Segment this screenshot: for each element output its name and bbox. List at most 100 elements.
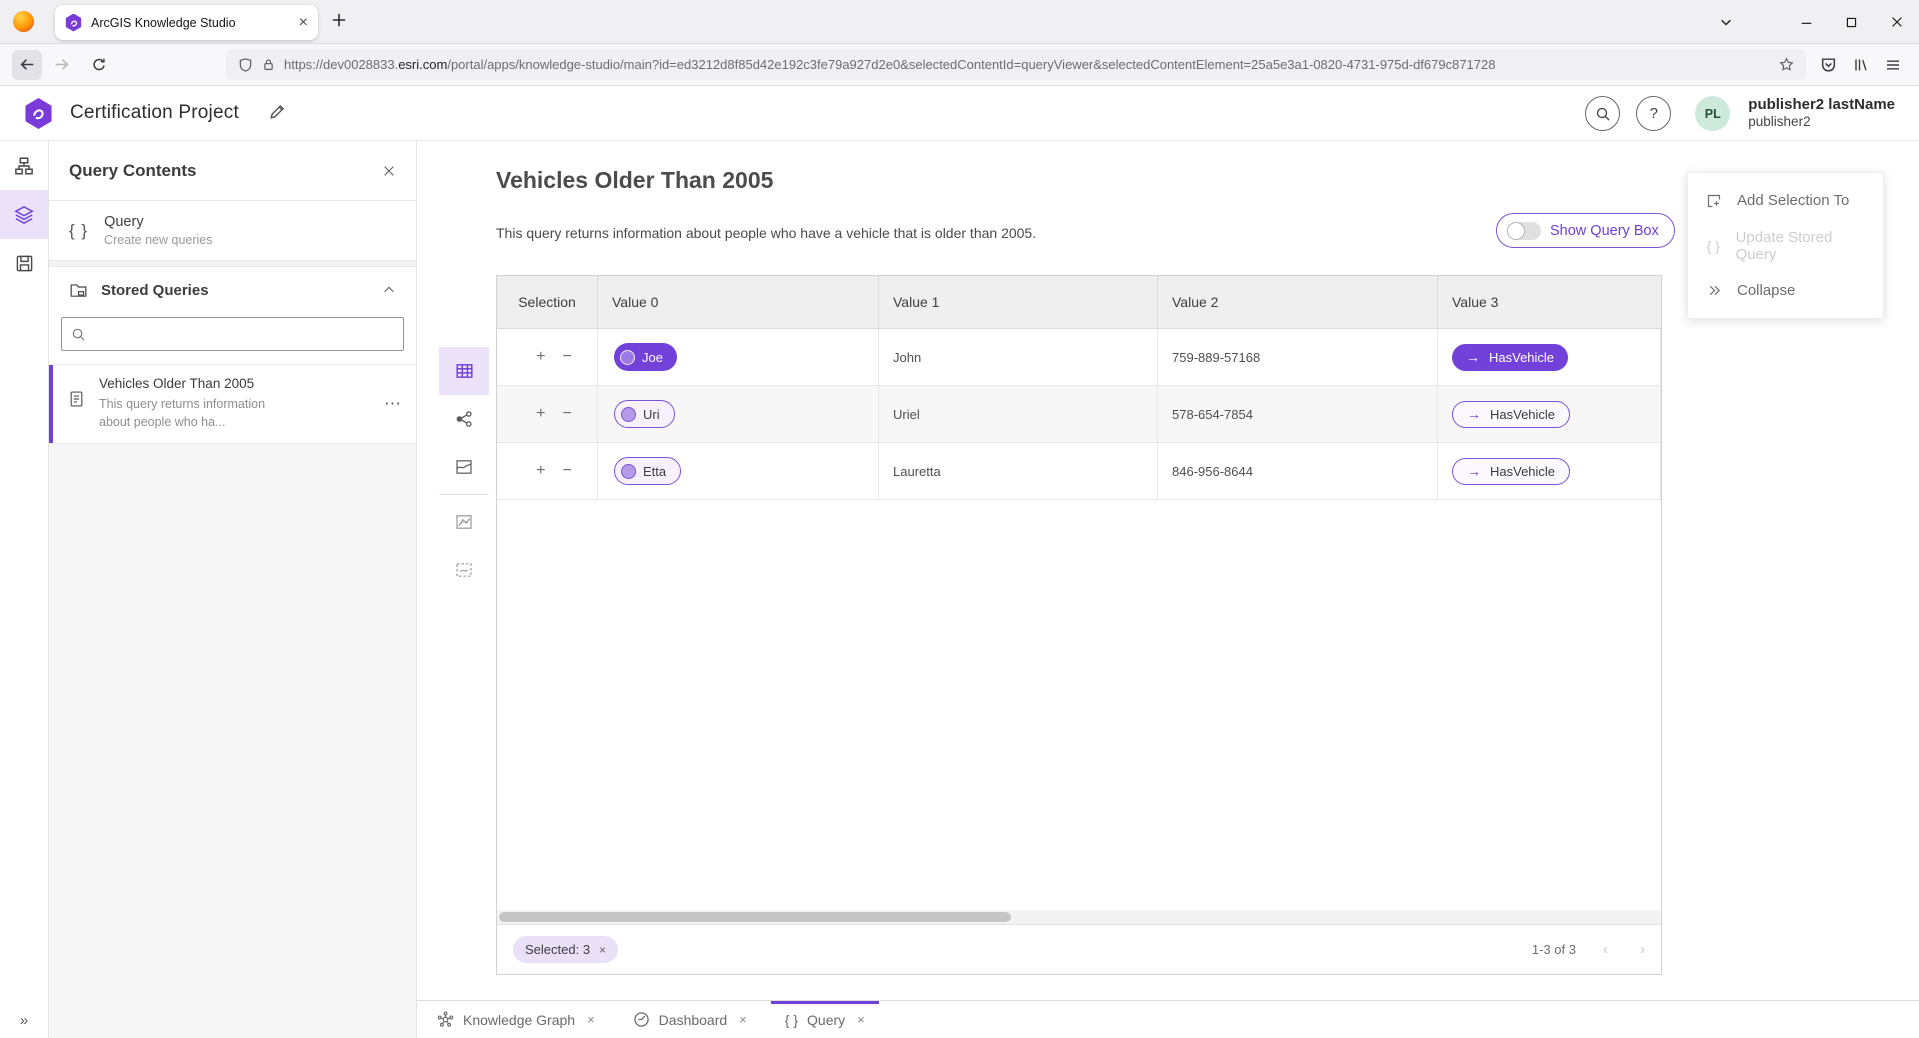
url-domain: esri.com — [398, 57, 447, 72]
menu-item-label: Update Stored Query — [1736, 229, 1866, 263]
window-controls — [1703, 0, 1919, 44]
tab-query[interactable]: { } Query × — [771, 1001, 879, 1038]
column-header-value1[interactable]: Value 1 — [879, 276, 1158, 328]
map-selection-view-button[interactable] — [439, 498, 489, 546]
next-page-button[interactable]: › — [1640, 941, 1645, 958]
stored-query-item[interactable]: Vehicles Older Than 2005 This query retu… — [49, 364, 416, 444]
braces-icon: { } — [69, 221, 88, 241]
menu-hamburger-icon[interactable] — [1885, 57, 1901, 73]
user-avatar[interactable]: PL — [1695, 96, 1730, 131]
tab-label: Query — [807, 1012, 845, 1028]
relationship-pill[interactable]: →HasVehicle — [1452, 344, 1568, 371]
sidebar-item-layers[interactable] — [0, 190, 48, 239]
selection-context-menu: Add Selection To { } Update Stored Query… — [1687, 172, 1884, 319]
scrollbar-thumb[interactable] — [499, 912, 1011, 922]
firefox-icon[interactable] — [13, 11, 34, 32]
edit-project-button[interactable] — [268, 103, 286, 121]
relationship-pill[interactable]: →HasVehicle — [1452, 458, 1570, 485]
selected-count-chip[interactable]: Selected: 3 × — [513, 936, 618, 963]
user-role: publisher2 — [1748, 114, 1895, 131]
cell-phone: 846-956-8644 — [1158, 443, 1438, 499]
query-item-title: Query — [104, 214, 212, 230]
query-create-item[interactable]: { } Query Create new queries — [49, 201, 416, 260]
pocket-icon[interactable] — [1820, 56, 1837, 73]
panel-close-button[interactable] — [382, 164, 396, 178]
arrow-right-icon: → — [1467, 406, 1481, 422]
reload-button[interactable] — [84, 50, 114, 80]
map-view-button[interactable] — [439, 443, 489, 491]
sidebar-item-hierarchy[interactable] — [0, 141, 48, 190]
remove-from-selection-button[interactable]: − — [563, 462, 572, 480]
column-header-value0[interactable]: Value 0 — [598, 276, 879, 328]
collapse-section-icon[interactable] — [382, 283, 396, 297]
tab-knowledge-graph[interactable]: Knowledge Graph × — [423, 1001, 609, 1038]
entity-pill[interactable]: Uri — [614, 400, 675, 428]
lock-icon[interactable] — [262, 57, 275, 72]
clear-selection-icon[interactable]: × — [599, 943, 606, 957]
app-body: » Query Contents { } Query Create new qu… — [0, 141, 1919, 1038]
add-to-selection-button[interactable]: + — [536, 348, 545, 366]
library-icon[interactable] — [1853, 57, 1869, 73]
menu-item-add-selection-to[interactable]: Add Selection To — [1688, 178, 1883, 223]
select-area-view-button[interactable] — [439, 546, 489, 594]
search-box[interactable] — [61, 317, 404, 351]
table-empty-area — [497, 500, 1661, 910]
horizontal-scrollbar[interactable] — [497, 910, 1661, 924]
sidebar-item-save[interactable] — [0, 239, 48, 288]
back-button[interactable] — [12, 50, 42, 80]
toggle-track[interactable] — [1507, 222, 1541, 240]
table-header-row: Selection Value 0 Value 1 Value 2 Value … — [497, 276, 1661, 329]
minimize-button[interactable] — [1784, 0, 1829, 44]
add-to-selection-button[interactable]: + — [536, 462, 545, 480]
relationship-pill[interactable]: →HasVehicle — [1452, 401, 1570, 428]
selected-count-label: Selected: 3 — [525, 942, 590, 957]
toolbar-divider — [439, 494, 489, 495]
maximize-button[interactable] — [1829, 0, 1874, 44]
close-tab-icon[interactable]: × — [739, 1012, 747, 1027]
forward-button[interactable] — [46, 50, 76, 80]
close-tab-icon[interactable]: × — [857, 1012, 865, 1027]
new-tab-button[interactable] — [330, 11, 348, 29]
remove-from-selection-button[interactable]: − — [563, 348, 572, 366]
cell-name: Lauretta — [879, 443, 1158, 499]
show-query-box-toggle[interactable]: Show Query Box — [1496, 213, 1675, 248]
stored-queries-header[interactable]: Stored Queries — [49, 267, 416, 313]
column-header-selection[interactable]: Selection — [497, 276, 598, 328]
help-button[interactable]: ? — [1636, 96, 1671, 131]
remove-from-selection-button[interactable]: − — [563, 405, 572, 423]
expand-strip-button[interactable]: » — [0, 1002, 48, 1038]
url-bar[interactable]: https://dev0028833.esri.com/portal/apps/… — [226, 49, 1806, 80]
dashboard-gauge-icon — [633, 1011, 650, 1028]
query-contents-panel: Query Contents { } Query Create new quer… — [49, 141, 417, 1038]
results-table: Selection Value 0 Value 1 Value 2 Value … — [496, 275, 1662, 975]
search-button[interactable] — [1585, 96, 1620, 131]
menu-item-update-stored-query[interactable]: { } Update Stored Query — [1688, 223, 1883, 268]
close-window-button[interactable] — [1874, 0, 1919, 44]
stored-query-options-icon[interactable]: ⋯ — [384, 394, 402, 414]
tracking-shield-icon[interactable] — [238, 57, 253, 73]
entity-pill[interactable]: Joe — [614, 343, 677, 371]
entity-label: Joe — [642, 350, 663, 365]
column-header-value2[interactable]: Value 2 — [1158, 276, 1438, 328]
column-header-value3[interactable]: Value 3 — [1438, 276, 1661, 328]
add-to-selection-button[interactable]: + — [536, 405, 545, 423]
menu-item-collapse[interactable]: Collapse — [1688, 268, 1883, 313]
close-tab-icon[interactable]: × — [587, 1012, 595, 1027]
user-name: publisher2 lastName — [1748, 96, 1895, 115]
view-toolbar — [439, 347, 489, 594]
stored-queries-search-input[interactable] — [94, 327, 394, 342]
user-info[interactable]: publisher2 lastName publisher2 — [1748, 96, 1895, 132]
relationship-label: HasVehicle — [1489, 350, 1554, 365]
entity-pill[interactable]: Etta — [614, 457, 681, 485]
bookmark-star-icon[interactable] — [1779, 57, 1794, 72]
table-row: + − Joe John 759-889-57168 →HasVehicle — [497, 329, 1661, 386]
link-chart-view-button[interactable] — [439, 395, 489, 443]
entity-dot-icon — [621, 464, 636, 479]
url-text[interactable]: https://dev0028833.esri.com/portal/apps/… — [284, 57, 1770, 72]
tab-dashboard[interactable]: Dashboard × — [619, 1001, 761, 1038]
browser-tab[interactable]: ArcGIS Knowledge Studio × — [55, 5, 318, 40]
list-tabs-icon[interactable] — [1703, 0, 1748, 44]
previous-page-button[interactable]: ‹ — [1603, 941, 1608, 958]
tab-close-icon[interactable]: × — [299, 14, 308, 32]
table-view-button[interactable] — [439, 347, 489, 395]
